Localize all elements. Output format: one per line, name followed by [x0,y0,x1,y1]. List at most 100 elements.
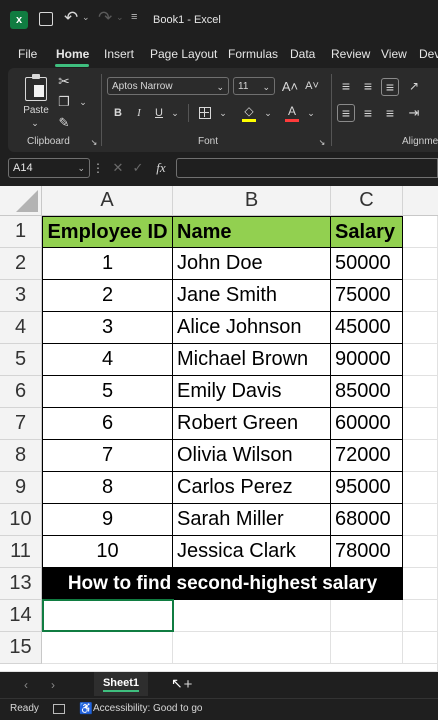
table-cell[interactable]: 3 [42,312,173,344]
empty-cell[interactable] [403,376,438,408]
clipboard-launcher-icon[interactable]: ↘ [89,137,99,147]
orientation-icon[interactable]: ↗ [405,77,423,95]
underline-button[interactable]: U [152,104,166,122]
indent-icon[interactable]: ⇥ [405,104,423,122]
table-header-cell[interactable]: Employee ID [42,216,173,248]
table-cell[interactable]: Emily Davis [173,376,331,408]
row-header[interactable]: 14 [0,600,42,632]
empty-cell[interactable] [403,504,438,536]
tab-formulas[interactable]: Formulas [228,47,278,61]
tab-home[interactable]: Home [56,47,89,61]
table-cell[interactable]: 7 [42,440,173,472]
font-launcher-icon[interactable]: ↘ [317,137,327,147]
copy-dropdown-icon[interactable]: ⌄ [78,97,88,107]
table-cell[interactable]: 60000 [331,408,403,440]
align-right-icon[interactable]: ≡ [381,104,399,122]
align-left-icon[interactable]: ≡ [337,104,355,122]
column-header-c[interactable]: C [331,186,403,216]
tab-page-layout[interactable]: Page Layout [150,47,217,61]
shrink-font-button[interactable]: A˅ [303,77,321,95]
empty-cell[interactable] [331,600,403,632]
copy-icon[interactable]: ❐ [56,94,72,110]
empty-cell[interactable] [403,344,438,376]
table-cell[interactable]: 68000 [331,504,403,536]
name-box[interactable]: A14 ⌄ [8,158,90,178]
table-cell[interactable]: 72000 [331,440,403,472]
align-center-icon[interactable]: ≡ [359,104,377,122]
table-cell[interactable]: 85000 [331,376,403,408]
column-header-d[interactable] [403,186,438,216]
undo-dropdown-icon[interactable]: ⌄ [82,12,90,23]
row-header[interactable]: 7 [0,408,42,440]
empty-cell[interactable] [403,408,438,440]
table-cell[interactable]: Jane Smith [173,280,331,312]
empty-cell[interactable] [173,632,331,664]
empty-cell[interactable] [403,312,438,344]
table-cell[interactable]: 5 [42,376,173,408]
row-header[interactable]: 9 [0,472,42,504]
table-cell[interactable]: Michael Brown [173,344,331,376]
undo-icon[interactable]: ↶ [64,8,78,28]
table-cell[interactable]: 8 [42,472,173,504]
empty-cell[interactable] [42,632,173,664]
column-header-a[interactable]: A [42,186,173,216]
sheet-tab-sheet1[interactable]: Sheet1 [94,672,148,696]
row-header[interactable]: 15 [0,632,42,664]
table-cell[interactable]: 1 [42,248,173,280]
select-all-corner[interactable] [0,186,42,216]
fill-color-dropdown-icon[interactable]: ⌄ [263,106,273,120]
row-header[interactable]: 8 [0,440,42,472]
tab-developer[interactable]: Dev [419,47,438,61]
empty-cell[interactable] [403,248,438,280]
row-header[interactable]: 4 [0,312,42,344]
scroll-tabs-right-icon[interactable]: › [47,678,59,692]
macro-recording-icon[interactable] [53,704,65,714]
paste-button[interactable]: Paste [18,73,54,118]
row-header[interactable]: 10 [0,504,42,536]
tab-view[interactable]: View [381,47,407,61]
tab-insert[interactable]: Insert [104,47,134,61]
table-cell[interactable]: Sarah Miller [173,504,331,536]
bold-button[interactable]: B [111,104,125,122]
insert-function-button[interactable]: fx [151,160,171,176]
table-cell[interactable]: 95000 [331,472,403,504]
table-cell[interactable]: 78000 [331,536,403,568]
accessibility-status[interactable]: Accessibility: Good to go [93,703,203,714]
empty-cell[interactable] [403,216,438,248]
table-cell[interactable]: 2 [42,280,173,312]
font-color-dropdown-icon[interactable]: ⌄ [306,106,316,120]
row-header[interactable]: 13 [0,568,42,600]
table-cell[interactable]: 9 [42,504,173,536]
empty-cell[interactable] [403,472,438,504]
align-middle-icon[interactable]: ≡ [359,77,377,95]
save-icon[interactable] [39,12,53,26]
font-size-dropdown[interactable]: 11 ⌄ [233,77,275,95]
align-top-icon[interactable]: ≡ [337,77,355,95]
align-bottom-icon[interactable]: ≡ [381,78,399,96]
table-cell[interactable]: 90000 [331,344,403,376]
table-cell[interactable]: 4 [42,344,173,376]
table-cell[interactable]: Jessica Clark [173,536,331,568]
underline-dropdown-icon[interactable]: ⌄ [170,106,180,120]
formula-input[interactable] [176,158,438,178]
tab-review[interactable]: Review [331,47,370,61]
row-header[interactable]: 2 [0,248,42,280]
borders-dropdown-icon[interactable]: ⌄ [218,106,228,120]
table-cell[interactable]: Carlos Perez [173,472,331,504]
grow-font-button[interactable]: A˄ [281,77,299,95]
more-options-icon[interactable]: ⋮ [92,160,104,176]
tab-file[interactable]: File [18,47,37,61]
table-cell[interactable]: 45000 [331,312,403,344]
font-name-dropdown[interactable]: Aptos Narrow ⌄ [107,77,229,95]
empty-cell[interactable] [403,280,438,312]
row-header[interactable]: 11 [0,536,42,568]
table-cell[interactable]: 6 [42,408,173,440]
row-header[interactable]: 1 [0,216,42,248]
empty-cell[interactable] [331,632,403,664]
borders-icon[interactable] [196,104,214,122]
row-header[interactable]: 3 [0,280,42,312]
cut-icon[interactable]: ✂ [56,73,72,89]
table-cell[interactable]: 10 [42,536,173,568]
paste-dropdown-icon[interactable]: ⌄ [28,118,42,128]
column-header-b[interactable]: B [173,186,331,216]
